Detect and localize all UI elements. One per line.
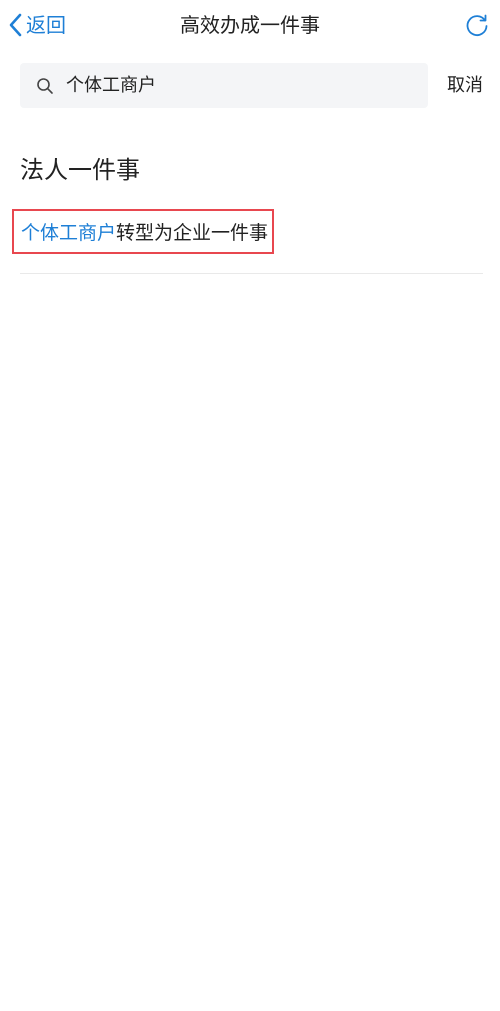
chevron-left-icon [8,12,24,38]
cancel-button[interactable]: 取消 [447,63,483,108]
divider [20,273,483,274]
search-box[interactable] [20,62,428,109]
back-button[interactable]: 返回 [8,10,66,40]
page-title: 高效办成一件事 [180,13,320,37]
search-icon [36,76,56,96]
search-row: 取消 [0,62,500,109]
nav-bar: 返回 高效办成一件事 [0,0,500,50]
refresh-icon [464,14,490,42]
refresh-button[interactable] [464,12,490,38]
back-label: 返回 [26,13,66,37]
search-input[interactable] [64,62,408,109]
result-highlight-text: 个体工商户 [21,222,117,244]
result-item[interactable]: 个体工商户 转型为企业一件事 [12,209,274,254]
section-title: 法人一件事 [20,156,140,184]
result-rest-text: 转型为企业一件事 [116,222,269,244]
